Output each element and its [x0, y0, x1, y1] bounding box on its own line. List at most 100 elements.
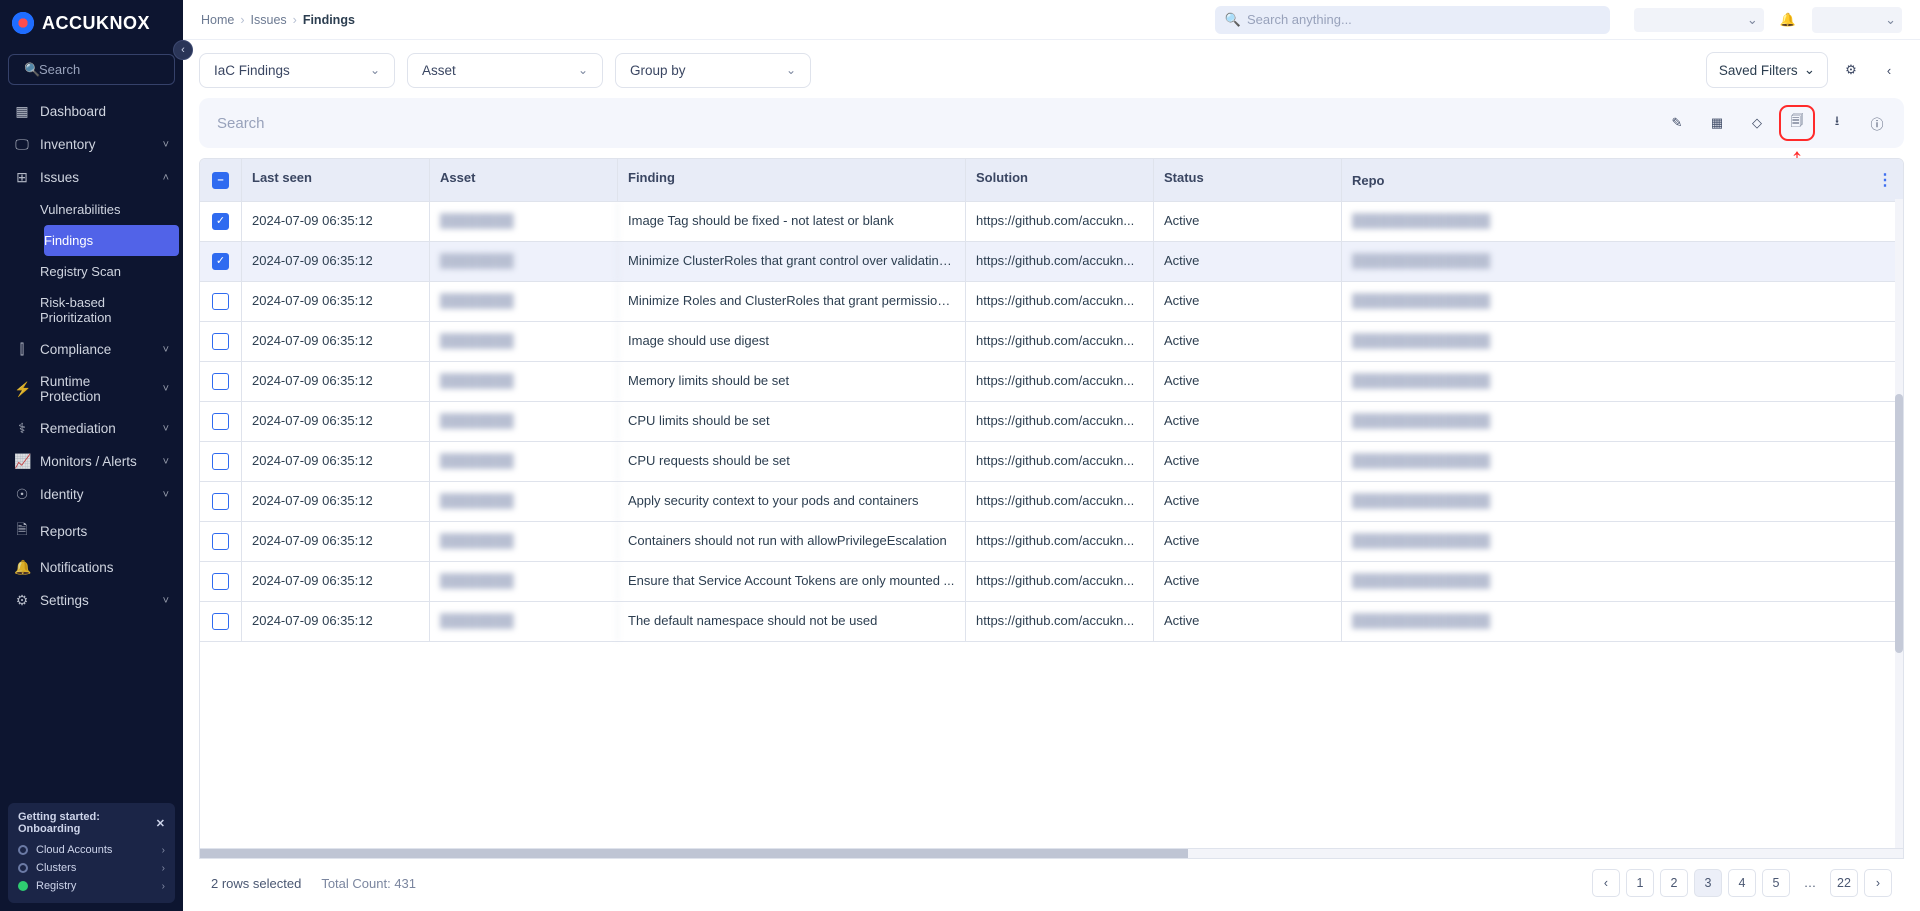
chevron-down-icon: ˅ — [163, 383, 169, 395]
col-repo[interactable]: Repo — [1352, 173, 1877, 188]
info-icon[interactable]: ⓘ — [1860, 106, 1894, 140]
table-row[interactable]: 2024-07-09 06:35:12████████Ensure that S… — [200, 562, 1903, 602]
search-icon: 🔍 — [1225, 12, 1241, 28]
table-row[interactable]: 2024-07-09 06:35:12████████Memory limits… — [200, 362, 1903, 402]
sidebar-item-findings[interactable]: Findings — [44, 225, 179, 256]
horizontal-scrollbar[interactable] — [200, 848, 1903, 858]
table-row[interactable]: 2024-07-09 06:35:12████████Containers sh… — [200, 522, 1903, 562]
create-ticket-icon[interactable]: 🗐 ↑ — [1780, 106, 1814, 140]
sidebar-item-identity[interactable]: ☉Identity˅ — [0, 478, 183, 511]
page-4[interactable]: 4 — [1728, 869, 1756, 897]
download-icon[interactable]: ⭳ — [1820, 106, 1854, 140]
cell-finding: Minimize ClusterRoles that grant control… — [618, 242, 966, 281]
search-icon: 🔍 — [24, 62, 40, 78]
global-search-input[interactable] — [1247, 12, 1600, 27]
cell-last-seen: 2024-07-09 06:35:12 — [242, 522, 430, 561]
table-row[interactable]: 2024-07-09 06:35:12████████CPU limits sh… — [200, 402, 1903, 442]
sidebar-item-compliance[interactable]: ⫿Compliance˅ — [0, 333, 183, 366]
col-last-seen[interactable]: Last seen — [242, 159, 430, 201]
breadcrumb-issues[interactable]: Issues — [251, 13, 287, 27]
sidebar-item-runtime-protection[interactable]: ⚡Runtime Protection˅ — [0, 366, 183, 412]
filter-asset[interactable]: Asset ⌄ — [407, 53, 603, 88]
table-body[interactable]: ✓2024-07-09 06:35:12████████Image Tag sh… — [200, 202, 1903, 848]
nav-icon: ☉ — [14, 486, 30, 503]
table-row[interactable]: 2024-07-09 06:35:12████████CPU requests … — [200, 442, 1903, 482]
row-checkbox[interactable] — [212, 493, 229, 510]
cell-finding: Ensure that Service Account Tokens are o… — [618, 562, 966, 601]
cell-status: Active — [1154, 402, 1342, 441]
sidebar-item-registry-scan[interactable]: Registry Scan — [40, 256, 183, 287]
sidebar-nav: ▦Dashboard🖵Inventory˅⊞Issues˄Vulnerabili… — [0, 95, 183, 795]
cell-status: Active — [1154, 602, 1342, 641]
col-finding[interactable]: Finding — [618, 159, 966, 201]
row-checkbox[interactable]: ✓ — [212, 253, 229, 270]
cell-finding: The default namespace should not be used — [618, 602, 966, 641]
row-checkbox[interactable] — [212, 413, 229, 430]
nav-icon: ⫿ — [14, 341, 30, 358]
page-5[interactable]: 5 — [1762, 869, 1790, 897]
sidebar-item-issues[interactable]: ⊞Issues˄ — [0, 161, 183, 194]
sidebar: ACCUKNOX ‹ 🔍 ▦Dashboard🖵Inventory˅⊞Issue… — [0, 0, 183, 911]
select-all-checkbox[interactable]: – — [212, 172, 229, 189]
row-checkbox[interactable] — [212, 293, 229, 310]
sidebar-item-dashboard[interactable]: ▦Dashboard — [0, 95, 183, 128]
sidebar-item-remediation[interactable]: ⚕Remediation˅ — [0, 412, 183, 445]
page-3[interactable]: 3 — [1694, 869, 1722, 897]
nav-icon: ⚙ — [14, 592, 30, 609]
row-checkbox[interactable] — [212, 573, 229, 590]
col-solution[interactable]: Solution — [966, 159, 1154, 201]
page-prev[interactable]: ‹ — [1592, 869, 1620, 897]
sidebar-item-risk-based-prioritization[interactable]: Risk-based Prioritization — [40, 287, 183, 333]
row-checkbox[interactable] — [212, 533, 229, 550]
sidebar-item-settings[interactable]: ⚙Settings˅ — [0, 584, 183, 617]
page-1[interactable]: 1 — [1626, 869, 1654, 897]
edit-icon[interactable]: ✎ — [1660, 106, 1694, 140]
row-checkbox[interactable] — [212, 453, 229, 470]
sidebar-item-inventory[interactable]: 🖵Inventory˅ — [0, 128, 183, 161]
nav-icon: 🖵 — [14, 136, 30, 153]
page-next[interactable]: › — [1864, 869, 1892, 897]
saved-filters-button[interactable]: Saved Filters ⌄ — [1706, 52, 1828, 88]
row-checkbox[interactable]: ✓ — [212, 213, 229, 230]
table-row[interactable]: 2024-07-09 06:35:12████████The default n… — [200, 602, 1903, 642]
filter-settings-icon[interactable]: ⚙ — [1836, 53, 1866, 87]
filter-finding-type[interactable]: IaC Findings ⌄ — [199, 53, 395, 88]
table-row[interactable]: ✓2024-07-09 06:35:12████████Image Tag sh… — [200, 202, 1903, 242]
table-search-input[interactable] — [209, 109, 1650, 138]
page-22[interactable]: 22 — [1830, 869, 1858, 897]
onboard-step-clusters[interactable]: Clusters› — [18, 859, 165, 877]
sidebar-item-notifications[interactable]: 🔔Notifications — [0, 551, 183, 584]
onboard-step-registry[interactable]: Registry› — [18, 877, 165, 895]
sidebar-item-reports[interactable]: 🗎Reports — [0, 511, 183, 551]
cell-finding: CPU requests should be set — [618, 442, 966, 481]
vertical-scrollbar[interactable] — [1895, 199, 1903, 848]
tag-icon[interactable]: ◇ — [1740, 106, 1774, 140]
table-column-menu-icon[interactable]: ⋮ — [1877, 170, 1893, 190]
columns-icon[interactable]: ▦ — [1700, 106, 1734, 140]
filter-groupby[interactable]: Group by ⌄ — [615, 53, 811, 88]
table-row[interactable]: 2024-07-09 06:35:12████████Minimize Role… — [200, 282, 1903, 322]
page-2[interactable]: 2 — [1660, 869, 1688, 897]
table-row[interactable]: 2024-07-09 06:35:12████████Image should … — [200, 322, 1903, 362]
user-menu[interactable]: ⌄ — [1812, 7, 1902, 33]
cell-repo: ███████████████ — [1342, 442, 1903, 481]
row-checkbox[interactable] — [212, 613, 229, 630]
tenant-switcher[interactable]: ⌄ — [1634, 8, 1764, 32]
cell-status: Active — [1154, 362, 1342, 401]
sidebar-item-vulnerabilities[interactable]: Vulnerabilities — [40, 194, 183, 225]
onboard-step-cloud-accounts[interactable]: Cloud Accounts› — [18, 841, 165, 859]
col-asset[interactable]: Asset — [430, 159, 618, 201]
close-icon[interactable]: ✕ — [156, 817, 165, 830]
row-checkbox[interactable] — [212, 373, 229, 390]
table-row[interactable]: ✓2024-07-09 06:35:12████████Minimize Clu… — [200, 242, 1903, 282]
sidebar-item-monitors-alerts[interactable]: 📈Monitors / Alerts˅ — [0, 445, 183, 478]
notifications-icon[interactable]: 🔔 — [1780, 12, 1796, 28]
cell-finding: Minimize Roles and ClusterRoles that gra… — [618, 282, 966, 321]
sidebar-collapse-button[interactable]: ‹ — [173, 40, 193, 60]
breadcrumb-home[interactable]: Home — [201, 13, 234, 27]
collapse-filters-icon[interactable]: ‹ — [1874, 53, 1904, 87]
col-status[interactable]: Status — [1154, 159, 1342, 201]
row-checkbox[interactable] — [212, 333, 229, 350]
table-row[interactable]: 2024-07-09 06:35:12████████Apply securit… — [200, 482, 1903, 522]
chevron-right-icon: › — [162, 845, 165, 856]
